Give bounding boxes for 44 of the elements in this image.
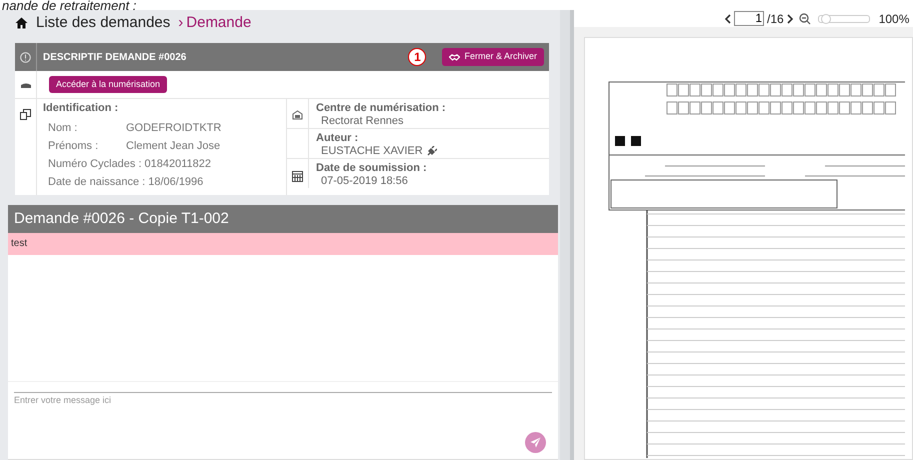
access-scan-button[interactable]: Accéder à la numérisation bbox=[49, 76, 168, 93]
detail-value: EUSTACHE XAVIER bbox=[321, 144, 423, 158]
card-title: DESCRIPTIF DEMANDE #0026 bbox=[43, 50, 186, 64]
field-label: Date de naissance : bbox=[48, 175, 146, 190]
breadcrumb-separator: › bbox=[178, 12, 184, 33]
detail-heading: Auteur : bbox=[316, 132, 360, 144]
page-total: /16 bbox=[767, 10, 784, 28]
home-icon[interactable] bbox=[15, 17, 28, 29]
previous-page-icon[interactable] bbox=[724, 14, 731, 24]
slider-thumb[interactable] bbox=[820, 14, 831, 24]
field-value: 01842011822 bbox=[144, 157, 212, 172]
zoom-out-icon[interactable] bbox=[798, 12, 811, 24]
close-archive-button[interactable]: Fermer & Archiver bbox=[442, 48, 544, 66]
next-page-icon[interactable] bbox=[786, 14, 794, 24]
detail-heading: Date de soumission : bbox=[316, 162, 427, 174]
chat-title: Demande #0026 - Copie T1-002 bbox=[14, 208, 229, 229]
info-circle-icon bbox=[20, 52, 31, 62]
paper-plane-icon bbox=[530, 437, 541, 448]
scanner-icon bbox=[20, 82, 30, 88]
building-icon bbox=[292, 110, 303, 120]
message-field[interactable]: Entrer votre message ici bbox=[14, 392, 552, 408]
send-button[interactable] bbox=[525, 432, 546, 453]
field-value: GODEFROIDTKTR bbox=[126, 121, 222, 136]
section-heading: Identification : bbox=[43, 101, 120, 115]
calendar-icon bbox=[292, 170, 303, 182]
zoom-reading: 100% bbox=[878, 10, 910, 28]
breadcrumb-link[interactable]: Liste des demandes bbox=[36, 12, 170, 34]
field-label: Numéro Cyclades : bbox=[48, 157, 143, 172]
field-label: Nom : bbox=[48, 121, 78, 136]
detail-heading: Centre de numérisation : bbox=[316, 102, 446, 114]
detail-value: 07-05-2019 18:56 bbox=[321, 174, 408, 188]
chat-message: test bbox=[8, 233, 558, 255]
handshake-icon bbox=[449, 54, 460, 60]
field-value: Clement Jean Jose bbox=[126, 139, 220, 154]
plug-icon bbox=[426, 146, 437, 156]
field-label: Prénoms : bbox=[48, 139, 100, 154]
copy-icon bbox=[20, 109, 31, 120]
caption-text: nande de retraitement : bbox=[1, 0, 138, 10]
zoom-slider[interactable] bbox=[818, 14, 870, 22]
field-value: 18/06/1996 bbox=[148, 175, 204, 190]
annotation-marker: 1 bbox=[408, 48, 426, 66]
breadcrumb-current: Demande bbox=[186, 12, 252, 33]
page-number-field[interactable]: 1 bbox=[734, 11, 764, 26]
detail-value: Rectorat Rennes bbox=[321, 114, 404, 128]
